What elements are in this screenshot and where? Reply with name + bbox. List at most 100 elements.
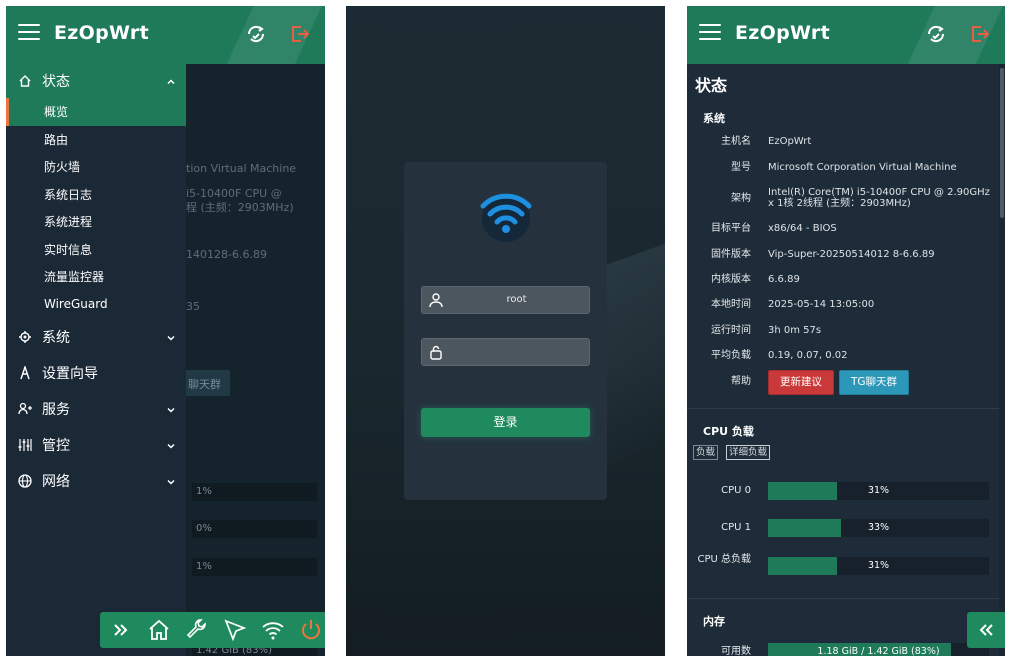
section-title-cpu: CPU 负载	[703, 425, 754, 438]
hamburger-menu-icon[interactable]	[699, 24, 721, 42]
row-label: 型号	[731, 162, 751, 173]
status-content: 状态 系统 主机名 EzOpWrt 型号 Microsoft Corporati…	[687, 64, 999, 656]
cpu-progress-text: 31%	[867, 560, 890, 571]
sidebar-subitem-overview[interactable]: 概览	[6, 98, 186, 126]
behind-bar: 1%	[192, 558, 317, 576]
double-chevron-left-icon[interactable]	[967, 612, 1005, 648]
sidebar-item-label: 网络	[42, 474, 70, 490]
hamburger-menu-icon[interactable]	[18, 24, 40, 42]
password-field[interactable]	[421, 338, 590, 366]
home-icon[interactable]	[146, 617, 172, 643]
scrollbar[interactable]	[999, 64, 1005, 656]
chevron-down-icon	[166, 475, 176, 485]
row-label: 内核版本	[711, 274, 751, 285]
sidebar-item-label: 状态	[42, 74, 70, 90]
sidebar-item-label: 系统	[42, 330, 70, 346]
sidebar-item-wizard[interactable]: 设置向导	[6, 356, 186, 390]
user-icon	[428, 292, 444, 308]
cpu-progress-text: 33%	[867, 522, 890, 533]
memory-row-label: 可用数	[721, 646, 751, 656]
cpu-bar-label: CPU 0	[721, 485, 751, 496]
sidebar-item-network[interactable]: 网络	[6, 464, 186, 498]
row-value: 2025-05-14 13:05:00	[768, 299, 875, 310]
behind-text: 140128-6.6.89	[186, 248, 267, 261]
sidebar-item-system[interactable]: 系统	[6, 320, 186, 354]
sidebar-item-control[interactable]: 管控	[6, 428, 186, 462]
sidebar-subitem-wireguard[interactable]: WireGuard	[6, 291, 186, 319]
wrench-icon[interactable]	[184, 617, 210, 643]
wifi-icon[interactable]	[260, 617, 286, 643]
gear-icon	[18, 330, 32, 344]
behind-text: 程 (主频：2903MHz)	[186, 201, 294, 214]
row-label: 本地时间	[711, 299, 751, 310]
username-field[interactable]: root	[421, 286, 590, 314]
page-title: 状态	[695, 76, 728, 95]
sidebar-subitem-realtime[interactable]: 实时信息	[6, 236, 186, 264]
cpu-progress-bar: 31%	[768, 482, 989, 500]
chevron-down-icon	[166, 439, 176, 449]
status-screen: EzOpWrt 状态 系统 主机名 EzOpWrt 型号 Microsoft C…	[687, 6, 1005, 656]
sidebar-subitem-route[interactable]: 路由	[6, 126, 186, 154]
quick-toolbar	[100, 612, 325, 648]
logout-icon[interactable]	[289, 23, 311, 45]
refresh-icon[interactable]	[245, 23, 267, 45]
tab-detailed-load[interactable]: 详细负载	[726, 445, 771, 460]
home-icon	[18, 74, 32, 88]
sidebar-subitem-processes[interactable]: 系统进程	[6, 208, 186, 236]
row-label: 帮助	[731, 376, 751, 387]
sidebar-item-label: 服务	[42, 402, 70, 418]
row-value: Microsoft Corporation Virtual Machine	[768, 162, 957, 173]
row-value: EzOpWrt	[768, 136, 812, 147]
logout-icon[interactable]	[969, 23, 991, 45]
row-value: 6.6.89	[768, 274, 800, 285]
section-title-memory: 内存	[703, 615, 725, 628]
behind-text: tion Virtual Machine	[186, 162, 297, 175]
send-icon[interactable]	[222, 617, 248, 643]
globe-icon	[18, 474, 32, 488]
sidebar-subitem-firewall[interactable]: 防火墙	[6, 153, 186, 181]
sidebar-item-label: 设置向导	[42, 366, 98, 382]
lock-icon	[428, 344, 444, 360]
row-label: 主机名	[721, 136, 751, 147]
behind-text: 35	[186, 300, 200, 313]
divider	[687, 598, 999, 599]
section-title-system: 系统	[703, 112, 725, 125]
sidebar-subitem-traffic-monitor[interactable]: 流量监控器	[6, 263, 186, 291]
app-header: EzOpWrt	[6, 6, 325, 64]
tg-group-button[interactable]: TG聊天群	[839, 370, 909, 395]
row-label: 目标平台	[711, 223, 751, 234]
chevron-up-icon	[166, 75, 176, 85]
wifi-logo-icon	[477, 184, 535, 244]
double-chevron-right-icon[interactable]	[108, 617, 134, 643]
cpu-progress-bar: 31%	[768, 557, 989, 575]
wizard-icon	[18, 366, 32, 380]
update-suggestion-button[interactable]: 更新建议	[768, 370, 834, 395]
behind-bar: 1%	[192, 483, 317, 501]
username-value: root	[506, 294, 527, 305]
row-value: x86/64 - BIOS	[768, 223, 837, 234]
row-label: 架构	[731, 193, 751, 204]
login-screen: root 登录	[346, 6, 665, 656]
row-value: 3h 0m 57s	[768, 325, 822, 336]
cpu-progress-text: 31%	[867, 485, 890, 496]
memory-progress-bar: 1.18 GiB / 1.42 GiB (83%)	[768, 643, 989, 656]
cpu-bar-label: CPU 总负载	[697, 554, 751, 565]
tab-load[interactable]: 负载	[693, 445, 719, 460]
cpu-progress-bar: 33%	[768, 519, 989, 537]
divider	[687, 408, 999, 409]
sidebar-item-services[interactable]: 服务	[6, 392, 186, 426]
sidebar: 状态 概览 路由 防火墙 系统日志 系统进程 实时信息 流量监控器 WireGu…	[6, 64, 186, 656]
row-value: Intel(R) Core(TM) i5-10400F CPU @ 2.90GH…	[768, 187, 990, 209]
sidebar-item-status[interactable]: 状态	[6, 64, 186, 98]
row-value: 0.19, 0.07, 0.02	[768, 350, 848, 361]
refresh-icon[interactable]	[925, 23, 947, 45]
brand-title: EzOpWrt	[54, 22, 149, 44]
login-button[interactable]: 登录	[421, 408, 590, 437]
power-icon[interactable]	[298, 617, 324, 643]
brand-title: EzOpWrt	[735, 22, 830, 44]
user-add-icon	[18, 402, 32, 416]
chevron-down-icon	[166, 403, 176, 413]
row-label: 平均负载	[711, 350, 751, 361]
sidebar-subitem-syslog[interactable]: 系统日志	[6, 181, 186, 209]
sliders-icon	[18, 438, 32, 452]
